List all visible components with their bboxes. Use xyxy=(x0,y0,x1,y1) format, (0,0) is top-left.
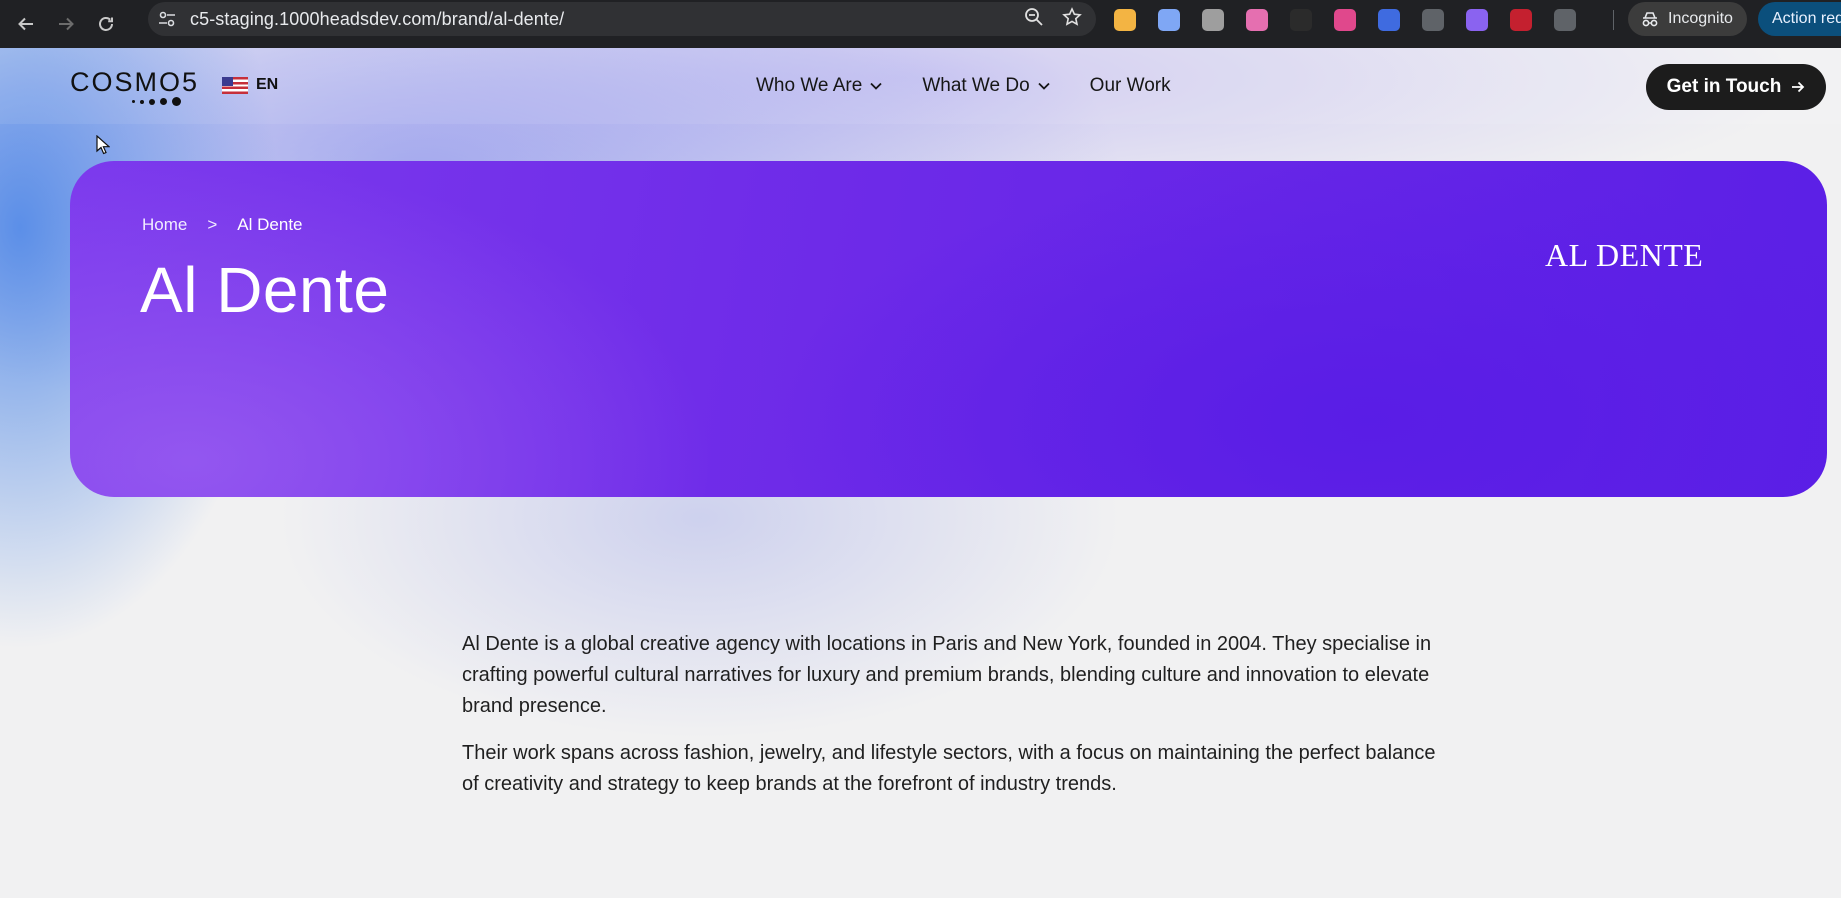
ext-compass-icon[interactable] xyxy=(1422,9,1444,31)
ext-gradient-icon[interactable] xyxy=(1246,9,1268,31)
toolbar-divider xyxy=(1613,10,1614,30)
url-host: c5-staging.1000headsdev.com xyxy=(190,8,437,29)
site-header: COSMO5 EN Who We Are What We Do Our Work… xyxy=(0,48,1841,124)
arrow-left-icon xyxy=(18,17,33,31)
incognito-label: Incognito xyxy=(1668,10,1733,27)
brand-description: Al Dente is a global creative agency wit… xyxy=(462,629,1452,816)
incognito-icon xyxy=(1642,12,1658,27)
ext-lens-icon[interactable] xyxy=(1466,9,1488,31)
action-required-button[interactable]: Action req xyxy=(1758,2,1841,36)
arrow-right-icon xyxy=(1792,81,1805,93)
us-flag-icon xyxy=(222,76,248,94)
forward-button[interactable] xyxy=(46,4,86,44)
browser-toolbar: c5-staging.1000headsdev.com/brand/al-den… xyxy=(0,0,1841,48)
chevron-down-icon xyxy=(1038,82,1050,90)
breadcrumb: Home > Al Dente xyxy=(142,215,303,235)
url-text: c5-staging.1000headsdev.com/brand/al-den… xyxy=(190,9,564,30)
url-path: /brand/al-dente/ xyxy=(436,8,565,29)
get-in-touch-button[interactable]: Get in Touch xyxy=(1646,64,1826,110)
breadcrumb-home-link[interactable]: Home xyxy=(142,215,187,235)
nav-label: Who We Are xyxy=(756,75,863,96)
description-paragraph: Their work spans across fashion, jewelry… xyxy=(462,742,1436,795)
bookmark-star-icon[interactable] xyxy=(1062,6,1082,32)
ext-puzzle-icon[interactable] xyxy=(1554,9,1576,31)
incognito-indicator[interactable]: Incognito xyxy=(1628,2,1747,36)
ext-camera-icon[interactable] xyxy=(1202,9,1224,31)
action-required-label: Action req xyxy=(1772,10,1841,27)
reload-icon xyxy=(99,17,113,31)
cta-label: Get in Touch xyxy=(1666,76,1782,97)
address-bar[interactable]: c5-staging.1000headsdev.com/brand/al-den… xyxy=(148,2,1096,36)
reload-button[interactable] xyxy=(86,4,126,44)
nav-label: What We Do xyxy=(922,75,1030,96)
chevron-down-icon xyxy=(870,82,882,90)
logo-wordmark: COSMO5 xyxy=(70,67,200,97)
mouse-cursor-icon xyxy=(96,135,110,155)
ext-docs-icon[interactable] xyxy=(1158,9,1180,31)
ext-eyedropper-icon[interactable] xyxy=(1290,9,1312,31)
breadcrumb-current: Al Dente xyxy=(237,215,303,234)
ext-notes-icon[interactable] xyxy=(1114,9,1136,31)
arrow-right-icon xyxy=(59,17,74,31)
ext-stripes-icon[interactable] xyxy=(1378,9,1400,31)
page-viewport: COSMO5 EN Who We Are What We Do Our Work… xyxy=(0,48,1841,898)
page-title: Al Dente xyxy=(140,254,390,326)
ext-ublock-icon[interactable] xyxy=(1510,9,1532,31)
back-button[interactable] xyxy=(6,4,46,44)
cosmo5-logo[interactable]: COSMO5 xyxy=(70,67,202,106)
nav-what-we-do[interactable]: What We Do xyxy=(922,75,1050,97)
zoom-icon[interactable] xyxy=(1024,7,1044,32)
nav-who-we-are[interactable]: Who We Are xyxy=(756,75,882,97)
extensions-bar xyxy=(1114,6,1576,34)
brand-hero: Home > Al Dente Al Dente AL DENTE xyxy=(70,161,1827,497)
logo-dots xyxy=(132,97,181,106)
language-switcher[interactable]: EN xyxy=(222,76,278,94)
ext-video-icon[interactable] xyxy=(1334,9,1356,31)
main-nav: Who We Are What We Do Our Work xyxy=(756,48,1171,124)
breadcrumb-separator: > xyxy=(207,215,218,234)
nav-label: Our Work xyxy=(1089,75,1171,96)
nav-our-work[interactable]: Our Work xyxy=(1090,75,1171,97)
site-info-icon[interactable] xyxy=(150,2,184,36)
description-paragraph: Al Dente is a global creative agency wit… xyxy=(462,633,1432,717)
language-label: EN xyxy=(256,76,279,93)
al-dente-logo: AL DENTE xyxy=(1545,237,1704,273)
